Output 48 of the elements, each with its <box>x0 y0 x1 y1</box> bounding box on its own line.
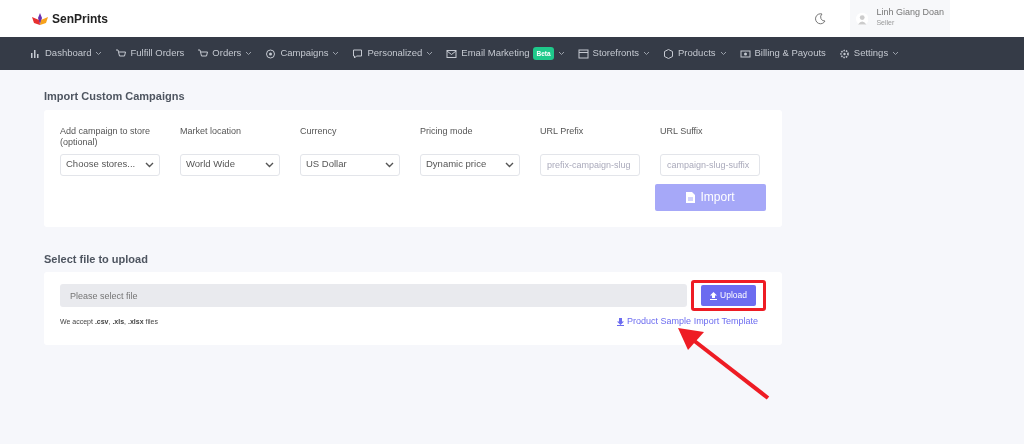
field-label: URL Prefix <box>540 125 585 138</box>
file-field[interactable]: Please select file <box>60 284 687 307</box>
upload-button[interactable]: Upload <box>701 285 756 306</box>
nav-item[interactable]: Fulfill Orders <box>130 46 185 61</box>
text-field[interactable]: prefix-campaign-slug <box>540 153 640 176</box>
nav-item[interactable]: Campaigns <box>280 46 329 61</box>
file-icon <box>686 191 696 203</box>
nav-item[interactable]: Billing & Payouts <box>754 46 826 61</box>
chevron-icon <box>385 161 394 168</box>
field-label: Pricing mode <box>420 125 474 138</box>
brand-name[interactable]: SenPrints <box>52 9 108 28</box>
field-label: URL Suffix <box>660 125 704 138</box>
chevron-icon <box>145 161 154 168</box>
user-name: Linh Giang Doan <box>876 8 944 19</box>
section-title: Import Custom Campaigns <box>44 89 186 104</box>
target-icon <box>265 47 277 60</box>
field-label: Market location <box>180 125 243 138</box>
nav-item[interactable]: Personalized <box>367 46 423 61</box>
chat-icon <box>352 47 364 60</box>
section-title: Select file to upload <box>44 251 149 267</box>
moon-icon[interactable] <box>814 12 826 25</box>
nav-item[interactable]: Orders <box>212 46 242 61</box>
text-field[interactable]: campaign-slug-suffix <box>660 153 760 176</box>
field-label: Currency <box>300 125 338 138</box>
chart-icon <box>30 47 41 60</box>
box-icon <box>663 47 675 60</box>
template-link[interactable]: Product Sample Import Template <box>617 315 758 329</box>
chevron-icon <box>505 161 514 168</box>
money-icon <box>739 47 751 60</box>
store-icon <box>577 47 589 60</box>
select-field[interactable]: World Wide <box>180 153 280 176</box>
nav-item[interactable]: Storefronts <box>592 46 640 61</box>
select-field[interactable]: Choose stores... <box>60 153 160 176</box>
select-field[interactable]: Dynamic price <box>420 153 520 176</box>
nav-item[interactable]: Settings <box>853 46 889 61</box>
settings-icon <box>838 47 850 60</box>
nav-item[interactable]: Dashboard <box>45 46 92 61</box>
cart-icon <box>197 47 209 60</box>
nav-item[interactable]: Email Marketing <box>461 46 530 61</box>
logo-icon <box>32 12 48 25</box>
nav-item[interactable]: Products <box>678 46 716 61</box>
mail-icon <box>446 47 458 60</box>
download-icon <box>617 317 625 326</box>
field-label: Add campaign to store (optional) <box>60 125 152 150</box>
cart-icon <box>115 47 127 60</box>
select-field[interactable]: US Dollar <box>300 153 400 176</box>
upload-icon <box>710 291 718 300</box>
chevron-icon <box>265 161 274 168</box>
